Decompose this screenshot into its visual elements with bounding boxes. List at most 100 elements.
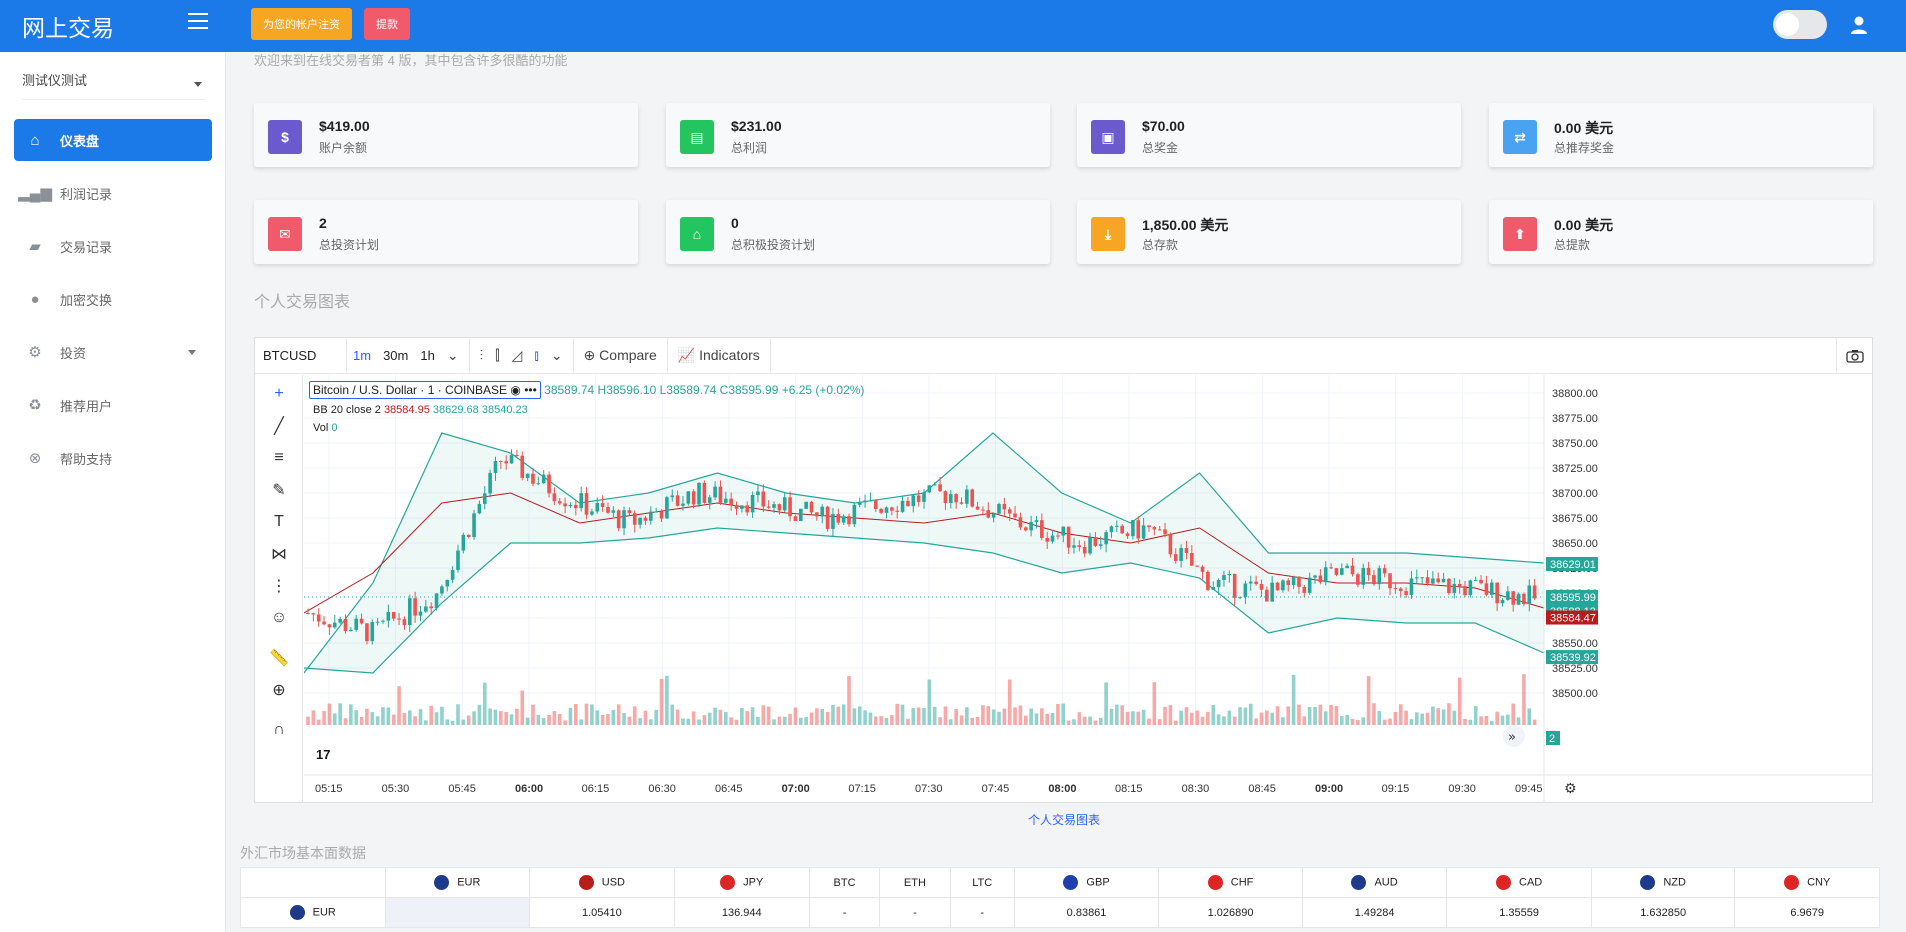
volume-bar xyxy=(622,713,626,725)
volume-bar xyxy=(863,710,867,725)
volume-bar xyxy=(1023,715,1028,725)
candle xyxy=(799,508,803,521)
fund-account-button[interactable]: 为您的帐户注资 xyxy=(251,8,352,40)
volume-bar xyxy=(1420,713,1424,725)
volume-bar xyxy=(900,704,905,725)
volume-bar xyxy=(1206,711,1210,725)
volume-bar xyxy=(799,717,803,725)
hamburger-menu-icon[interactable] xyxy=(188,13,208,31)
camera-icon[interactable] xyxy=(1836,338,1872,374)
candle xyxy=(338,618,342,623)
candle xyxy=(440,586,444,594)
volume-bar xyxy=(1098,717,1103,725)
volume-bar xyxy=(1265,710,1269,725)
candle xyxy=(1441,578,1446,583)
sidebar-item-invest[interactable]: ⚙ 投资 xyxy=(14,331,212,373)
flag-icon xyxy=(578,875,594,890)
volume-bar xyxy=(1356,719,1360,725)
currency-code: CHF xyxy=(1230,876,1254,889)
area-style-icon[interactable]: ◿ xyxy=(506,347,529,364)
trendline-icon[interactable]: ╱ xyxy=(268,415,290,437)
candle xyxy=(1479,579,1483,584)
timeframe-1m[interactable]: 1m xyxy=(347,348,377,363)
volume-bar xyxy=(890,715,894,725)
chevron-down-icon[interactable]: ⌄ xyxy=(441,347,465,364)
volume-bar xyxy=(370,712,375,725)
theme-toggle[interactable] xyxy=(1773,10,1827,39)
prediction-icon[interactable]: ⋮ xyxy=(268,575,290,597)
chart-link[interactable]: 个人交易图表 xyxy=(1028,811,1100,828)
volume-bar xyxy=(922,707,926,725)
magnet-icon[interactable]: ∩ xyxy=(268,719,290,741)
flag-icon xyxy=(1351,875,1367,890)
candle xyxy=(590,511,594,515)
candle xyxy=(472,513,476,537)
bar-style-icon[interactable]: ⫶ xyxy=(474,347,490,364)
candle xyxy=(1157,529,1162,531)
stat-value: $70.00 xyxy=(1142,118,1185,134)
fib-icon[interactable]: ≡ xyxy=(268,447,290,469)
volume-bar xyxy=(1200,716,1205,725)
volume-bar xyxy=(1216,714,1221,725)
user-icon[interactable] xyxy=(1848,14,1870,36)
volume-bar xyxy=(1029,708,1033,725)
timeframe-1h[interactable]: 1h xyxy=(414,348,440,363)
table-cell: 1.49284 xyxy=(1301,897,1448,928)
candle xyxy=(1436,578,1441,583)
ruler-icon[interactable]: 📏 xyxy=(268,647,290,669)
stat-card: ⬆ 0.00 美元 总提款 xyxy=(1489,200,1873,264)
candle xyxy=(1372,575,1376,585)
withdraw-button[interactable]: 提款 xyxy=(364,8,410,40)
candle xyxy=(418,611,423,616)
volume-bar xyxy=(327,703,332,725)
symbol-search[interactable]: BTCUSD xyxy=(255,337,347,374)
chevron-down-icon[interactable]: ⌄ xyxy=(545,347,569,364)
money-icon: ▤ xyxy=(680,120,714,154)
compare-button[interactable]: ⊕ Compare xyxy=(578,347,663,364)
sidebar-item-crypto-exchange[interactable]: ● 加密交换 xyxy=(14,278,212,320)
volume-bar xyxy=(1345,714,1349,725)
x-tick-label: 07:30 xyxy=(915,783,943,795)
emoji-icon[interactable]: ☺ xyxy=(268,607,290,629)
sidebar-item-support[interactable]: ⊗ 帮助支持 xyxy=(14,437,212,479)
candle xyxy=(574,504,578,509)
candle xyxy=(707,497,712,503)
candle xyxy=(402,619,407,626)
sidebar-item-dashboard[interactable]: ⌂ 仪表盘 xyxy=(14,119,212,161)
heikin-ashi-icon[interactable]: ⫾ xyxy=(528,347,544,364)
price-chart[interactable]: 38800.00 38775.00 38750.00 38725.00 38700.00… xyxy=(304,375,1873,803)
crosshair-icon[interactable]: + xyxy=(268,383,290,405)
sidebar-item-profit-records[interactable]: ▂▄▆ 利润记录 xyxy=(14,172,212,214)
volume-bar xyxy=(750,707,755,725)
candle xyxy=(1318,575,1323,583)
inbox-icon: ⌂ xyxy=(680,217,714,251)
timeframe-30m[interactable]: 30m xyxy=(377,348,414,363)
account-selector[interactable]: 测试仪测试 xyxy=(22,70,206,100)
table-header: GBP xyxy=(1013,867,1160,898)
sidebar-item-referrals[interactable]: ♻ 推荐用户 xyxy=(14,384,212,426)
zoom-icon[interactable]: ⊕ xyxy=(268,679,290,701)
sidebar-item-trade-records[interactable]: ▰ 交易记录 xyxy=(14,225,212,267)
volume-bar xyxy=(970,717,975,725)
brush-icon[interactable]: ✎ xyxy=(268,479,290,501)
text-icon[interactable]: T xyxy=(268,511,290,533)
volume-bar xyxy=(579,719,583,725)
candle xyxy=(579,493,583,509)
candle xyxy=(616,510,621,529)
candle xyxy=(1366,567,1371,576)
volume-bar xyxy=(413,716,417,725)
candle xyxy=(1141,525,1146,539)
table-header: NZD xyxy=(1590,867,1736,898)
volume-bar xyxy=(574,703,578,725)
indicators-button[interactable]: 📈 Indicators xyxy=(672,347,766,364)
account-selector-label: 测试仪测试 xyxy=(22,73,88,88)
symbol-legend[interactable]: Bitcoin / U.S. Dollar · 1 · COINBASE ◉ •… xyxy=(309,381,541,399)
candle-style-icon[interactable]: ⫿ xyxy=(489,347,505,364)
candle xyxy=(761,491,766,507)
volume-bar xyxy=(381,707,385,725)
candle xyxy=(1291,576,1296,586)
candle xyxy=(681,503,685,506)
candle xyxy=(638,517,642,525)
pattern-icon[interactable]: ⋈ xyxy=(268,543,290,565)
candle xyxy=(831,514,835,529)
